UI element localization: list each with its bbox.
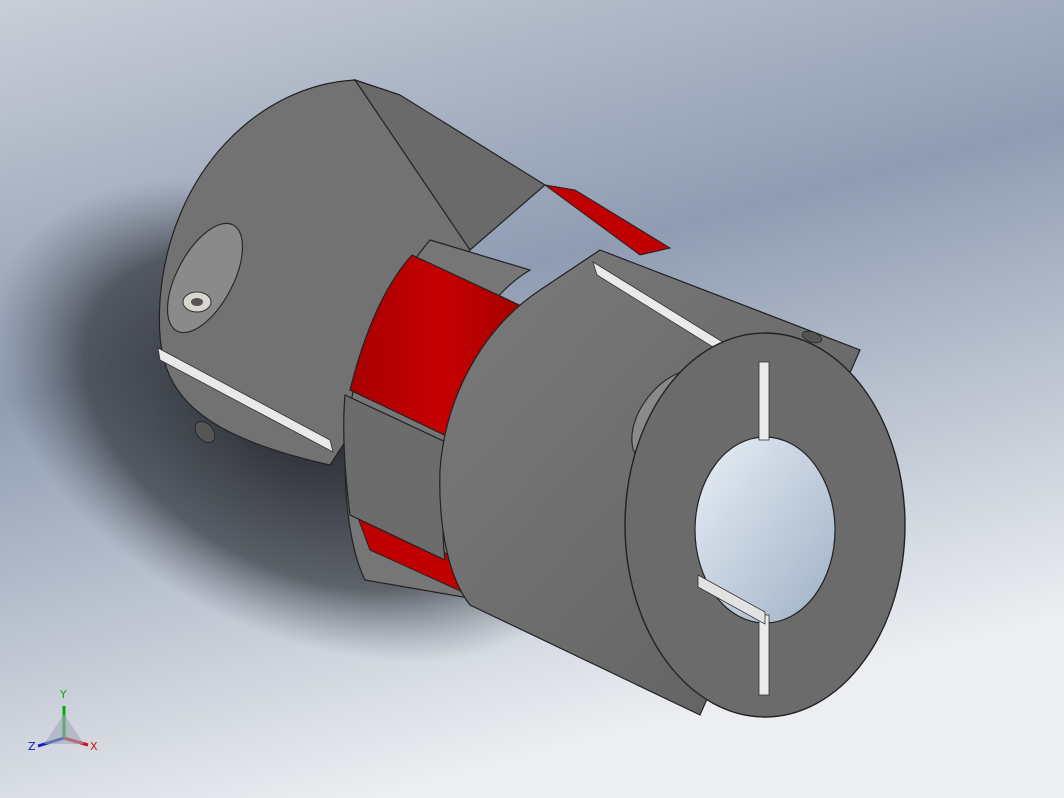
end-face-slit-top [758,361,770,441]
end-face-slit-bottom [758,614,770,696]
triad-base-icon [44,714,84,744]
orientation-triad[interactable]: X Y Z [26,684,106,756]
z-axis-label: Z [28,740,36,753]
x-axis-label: X [90,740,98,753]
left-screw-socket-icon [191,298,203,306]
end-face[interactable] [624,332,906,718]
y-axis-label: Y [59,688,67,701]
model-scene[interactable] [0,0,1064,798]
3d-viewport[interactable]: X Y Z [0,0,1064,798]
